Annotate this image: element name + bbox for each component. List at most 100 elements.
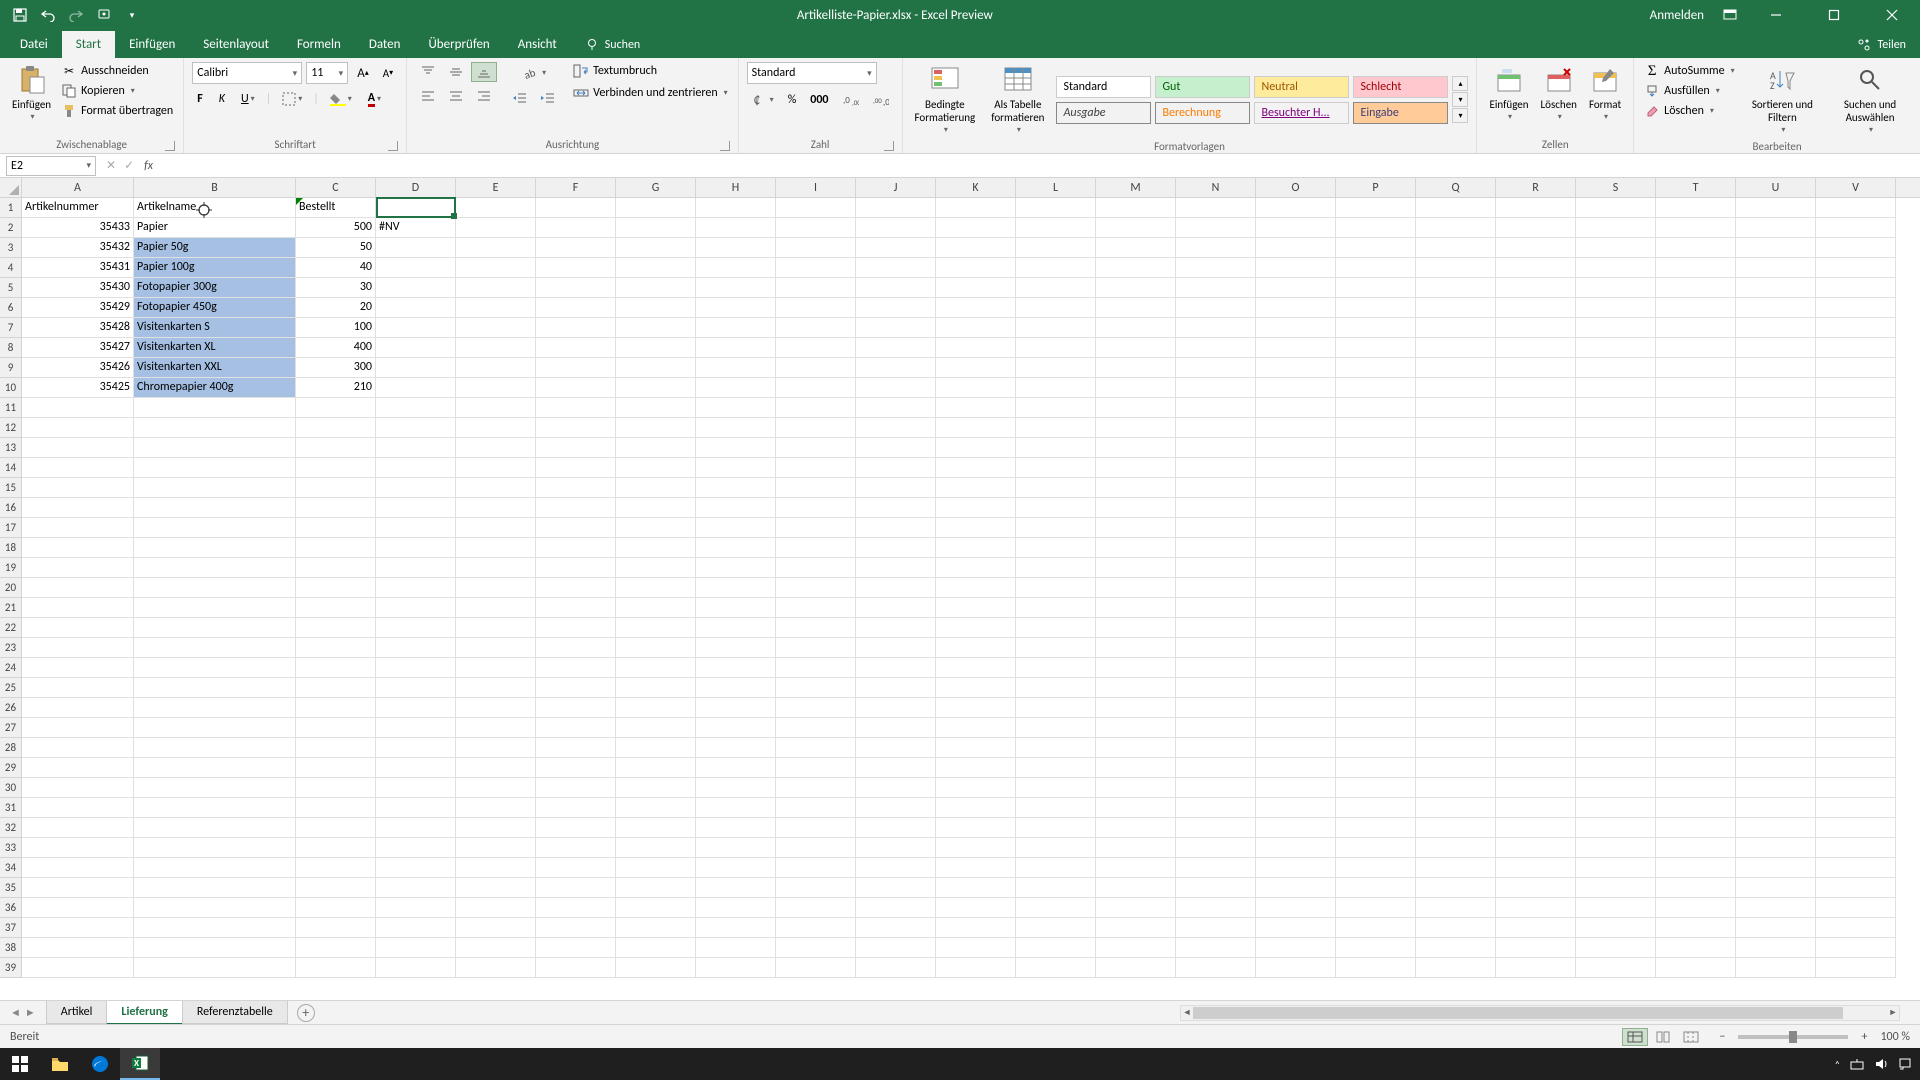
cell[interactable] bbox=[1256, 738, 1336, 758]
cell[interactable] bbox=[1096, 738, 1176, 758]
style-berechnung[interactable]: Berechnung bbox=[1155, 102, 1250, 124]
cell[interactable]: #NV bbox=[376, 218, 456, 238]
cell[interactable] bbox=[296, 618, 376, 638]
cell[interactable] bbox=[456, 458, 536, 478]
cell[interactable] bbox=[22, 518, 134, 538]
cell[interactable] bbox=[616, 658, 696, 678]
cell[interactable] bbox=[1096, 578, 1176, 598]
cell[interactable] bbox=[1496, 858, 1576, 878]
cell[interactable] bbox=[856, 218, 936, 238]
cell[interactable] bbox=[134, 578, 296, 598]
cell[interactable] bbox=[296, 758, 376, 778]
cell[interactable] bbox=[1736, 638, 1816, 658]
cell[interactable] bbox=[1416, 498, 1496, 518]
cell[interactable] bbox=[936, 338, 1016, 358]
cell[interactable]: 20 bbox=[296, 298, 376, 318]
cell[interactable] bbox=[936, 578, 1016, 598]
row-header[interactable]: 30 bbox=[0, 778, 22, 798]
cell[interactable] bbox=[1656, 578, 1736, 598]
percent-button[interactable]: % bbox=[783, 90, 802, 110]
cell[interactable] bbox=[1176, 538, 1256, 558]
cell[interactable] bbox=[1336, 418, 1416, 438]
cell[interactable] bbox=[536, 718, 616, 738]
scroll-right-icon[interactable]: ► bbox=[1887, 1006, 1899, 1020]
row-header[interactable]: 31 bbox=[0, 798, 22, 818]
row-header[interactable]: 22 bbox=[0, 618, 22, 638]
cell[interactable] bbox=[296, 898, 376, 918]
cell[interactable] bbox=[536, 618, 616, 638]
cell[interactable] bbox=[856, 518, 936, 538]
cell[interactable] bbox=[776, 778, 856, 798]
cell[interactable]: Artikelnummer bbox=[22, 198, 134, 218]
style-ausgabe[interactable]: Ausgabe bbox=[1056, 102, 1151, 124]
cell[interactable] bbox=[776, 418, 856, 438]
cell[interactable] bbox=[1736, 678, 1816, 698]
cell[interactable] bbox=[1016, 298, 1096, 318]
network-icon[interactable] bbox=[1850, 1057, 1864, 1071]
cell[interactable] bbox=[776, 878, 856, 898]
cell[interactable] bbox=[936, 558, 1016, 578]
cell[interactable] bbox=[22, 718, 134, 738]
cell[interactable] bbox=[1256, 718, 1336, 738]
cell[interactable] bbox=[1416, 398, 1496, 418]
cell[interactable] bbox=[776, 858, 856, 878]
cell[interactable] bbox=[456, 958, 536, 978]
cell[interactable] bbox=[696, 958, 776, 978]
row-header[interactable]: 28 bbox=[0, 738, 22, 758]
cell[interactable] bbox=[696, 758, 776, 778]
cell[interactable] bbox=[296, 518, 376, 538]
format-cells-button[interactable]: Format▾ bbox=[1585, 62, 1625, 125]
cell[interactable] bbox=[1016, 378, 1096, 398]
cell[interactable] bbox=[1096, 278, 1176, 298]
cell[interactable] bbox=[616, 218, 696, 238]
cell[interactable] bbox=[1576, 318, 1656, 338]
dialog-launcher-icon[interactable] bbox=[884, 141, 894, 151]
cell[interactable] bbox=[936, 918, 1016, 938]
cell[interactable] bbox=[134, 618, 296, 638]
cell[interactable] bbox=[936, 778, 1016, 798]
excel-taskbar-icon[interactable]: X bbox=[120, 1048, 160, 1080]
cell[interactable] bbox=[1256, 758, 1336, 778]
cell[interactable] bbox=[376, 958, 456, 978]
cell[interactable] bbox=[1016, 758, 1096, 778]
cell[interactable] bbox=[1096, 358, 1176, 378]
cell[interactable] bbox=[856, 858, 936, 878]
cell[interactable] bbox=[1656, 758, 1736, 778]
number-format-combo[interactable]: Standard▾ bbox=[747, 62, 877, 84]
tab-view[interactable]: Ansicht bbox=[504, 31, 571, 58]
cell[interactable] bbox=[134, 458, 296, 478]
row-header[interactable]: 36 bbox=[0, 898, 22, 918]
edge-icon[interactable] bbox=[80, 1048, 120, 1080]
cell[interactable] bbox=[1016, 878, 1096, 898]
cell[interactable] bbox=[936, 758, 1016, 778]
cell[interactable] bbox=[1176, 598, 1256, 618]
column-header[interactable]: Q bbox=[1416, 178, 1496, 197]
cell[interactable] bbox=[1336, 718, 1416, 738]
cell[interactable] bbox=[376, 458, 456, 478]
cell[interactable] bbox=[1736, 358, 1816, 378]
cell[interactable] bbox=[776, 738, 856, 758]
cell[interactable] bbox=[536, 898, 616, 918]
column-header[interactable]: O bbox=[1256, 178, 1336, 197]
cell[interactable] bbox=[456, 918, 536, 938]
cell[interactable] bbox=[1656, 438, 1736, 458]
cell[interactable] bbox=[376, 658, 456, 678]
cell[interactable] bbox=[536, 438, 616, 458]
cell[interactable] bbox=[296, 718, 376, 738]
cell[interactable] bbox=[1496, 738, 1576, 758]
cell[interactable] bbox=[376, 738, 456, 758]
cell[interactable] bbox=[1416, 358, 1496, 378]
cell[interactable] bbox=[1096, 598, 1176, 618]
cell[interactable] bbox=[376, 258, 456, 278]
cell[interactable] bbox=[22, 758, 134, 778]
cell[interactable] bbox=[1416, 618, 1496, 638]
cell[interactable] bbox=[776, 918, 856, 938]
zoom-in-button[interactable]: + bbox=[1856, 1027, 1872, 1047]
cell[interactable] bbox=[1496, 678, 1576, 698]
cell[interactable] bbox=[856, 718, 936, 738]
align-left-icon[interactable] bbox=[415, 86, 441, 106]
cell[interactable] bbox=[936, 798, 1016, 818]
cell[interactable] bbox=[1736, 238, 1816, 258]
cell[interactable] bbox=[1336, 298, 1416, 318]
cell[interactable] bbox=[22, 698, 134, 718]
